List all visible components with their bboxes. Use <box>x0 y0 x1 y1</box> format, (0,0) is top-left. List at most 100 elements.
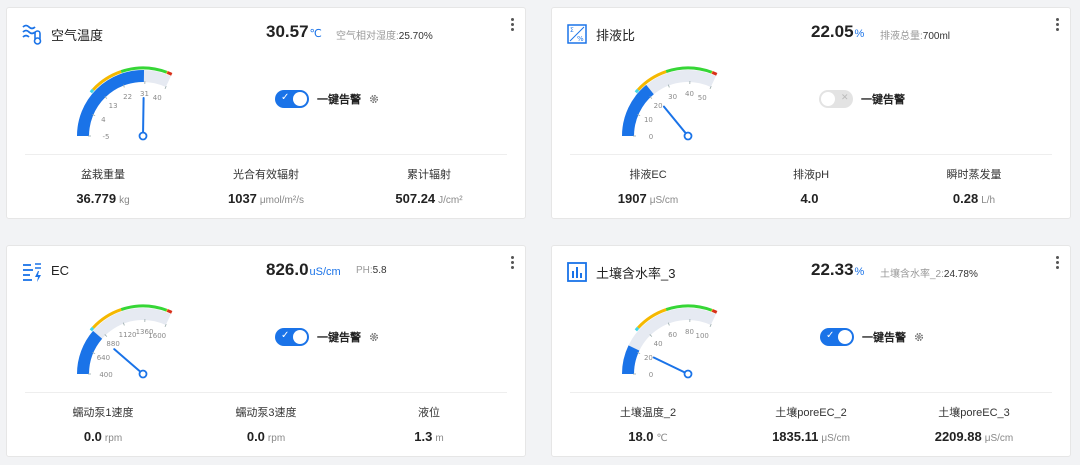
stat-value-row: 0.0 rpm <box>23 429 183 444</box>
secondary-value: 700 <box>922 31 940 42</box>
secondary-label: 土壤含水率_2: <box>880 269 944 280</box>
divider <box>25 154 507 155</box>
divider <box>570 154 1052 155</box>
more-menu-icon[interactable] <box>511 256 515 270</box>
gauge-tick-label: 20 <box>644 354 653 362</box>
temperature-waves-icon <box>22 24 42 45</box>
gauge-needle-pivot <box>138 131 148 141</box>
stat-label: 排液EC <box>629 169 667 181</box>
secondary-unit: ml <box>939 31 951 42</box>
divider <box>25 392 507 393</box>
stat-item: 土壤poreEC_2 1835.11 μS/cm <box>731 404 891 444</box>
main-reading: 22.05% <box>811 22 864 42</box>
gauge-tick-label: 880 <box>106 340 119 348</box>
gauge-tick-label: 100 <box>696 332 709 340</box>
gauge-zone-high <box>166 71 173 76</box>
more-menu-icon[interactable] <box>1056 256 1060 270</box>
stat-item: 液位 1.3 m <box>349 404 509 444</box>
secondary-label: PH: <box>356 265 373 276</box>
alarm-control: ✓ 一键告警 <box>275 328 379 346</box>
divider <box>570 392 1052 393</box>
gauge: 0 1020 30 40 50 <box>622 66 718 141</box>
stat-value-row: 1.3 m <box>349 429 509 444</box>
secondary-reading: 土壤含水率_2:24.78% <box>880 265 978 280</box>
alarm-control: ✓ 一键告警 <box>275 90 379 108</box>
gauge-tick-label: 0 <box>649 371 653 379</box>
secondary-value: 25.70 <box>398 31 424 42</box>
stat-value-row: 18.0 ℃ <box>568 429 728 444</box>
stat-label: 土壤poreEC_2 <box>775 407 847 419</box>
gauge-tick-label: 31 <box>140 90 149 98</box>
gauge-tick-label: 20 <box>654 102 663 110</box>
stat-value-row: 0.0 rpm <box>186 429 346 444</box>
soil-moisture-card: 土壤含水率_3 22.33% 土壤含水率_2:24.78% 0 20 40 60 80 1… <box>551 245 1071 457</box>
main-unit: % <box>854 266 865 278</box>
alarm-toggle[interactable]: ✓ <box>820 328 854 346</box>
gauge: 4006408801120 13601600 <box>77 304 173 379</box>
stat-label: 蠕动泵1速度 <box>72 407 134 419</box>
main-reading: 826.0uS/cm <box>266 260 341 280</box>
stat-unit: μS/cm <box>821 433 850 444</box>
stat-value: 1.3 <box>414 429 433 444</box>
main-value: 22.33 <box>811 260 854 279</box>
gauge-tick-label: 50 <box>698 94 707 102</box>
gauge: -5 413 22 31 40 <box>77 66 173 141</box>
ratio-percent-icon: Σ % <box>567 24 587 44</box>
gauge-tick-label: 10 <box>644 116 653 124</box>
stat-value-row: 36.779 kg <box>23 191 183 206</box>
stat-label: 光合有效辐射 <box>233 169 299 181</box>
more-menu-icon[interactable] <box>511 18 515 32</box>
stat-unit: ℃ <box>656 433 668 444</box>
gauge-zone-high <box>711 71 718 76</box>
stat-item: 土壤poreEC_3 2209.88 μS/cm <box>894 404 1054 444</box>
card-title: 排液比 <box>596 28 636 43</box>
gear-icon[interactable] <box>369 94 379 104</box>
gauge-zone-low <box>634 326 640 332</box>
secondary-reading: 空气相对湿度:25.70% <box>336 27 433 42</box>
stat-unit: L/h <box>981 195 996 206</box>
stat-value: 0.0 <box>83 429 102 444</box>
alarm-control: ✕ 一键告警 <box>819 90 905 108</box>
gauge-tick-label: 0 <box>649 133 653 141</box>
stat-value-row: 4.0 <box>731 191 891 206</box>
stat-value: 1037 <box>227 191 257 206</box>
alarm-label: 一键告警 <box>317 94 361 106</box>
gauge-needle-pivot <box>138 369 148 379</box>
gear-icon[interactable] <box>369 332 379 342</box>
alarm-toggle[interactable]: ✕ <box>819 90 853 108</box>
stat-item: 排液EC 1907 μS/cm <box>568 166 728 206</box>
alarm-toggle[interactable]: ✓ <box>275 90 309 108</box>
main-unit: uS/cm <box>309 266 341 278</box>
stat-value: 1835.11 <box>772 429 819 444</box>
stat-label: 液位 <box>418 407 440 419</box>
stat-item: 瞬时蒸发量 0.28 L/h <box>894 166 1054 206</box>
secondary-value: 24.78 <box>943 269 969 280</box>
stat-item: 累计辐射 507.24 J/cm² <box>349 166 509 206</box>
more-menu-icon[interactable] <box>1056 18 1060 32</box>
stat-value-row: 1907 μS/cm <box>568 191 728 206</box>
gauge-tick-label: 30 <box>668 93 677 101</box>
stat-label: 瞬时蒸发量 <box>946 169 1002 181</box>
stat-label: 盆栽重量 <box>81 169 125 181</box>
stat-unit: μS/cm <box>984 433 1014 444</box>
secondary-label: 空气相对湿度: <box>336 31 399 42</box>
gauge-needle <box>652 356 689 375</box>
gauge-tick-label: -5 <box>103 133 110 141</box>
main-unit: ℃ <box>309 28 322 40</box>
gauge-tick-label: 400 <box>99 371 112 379</box>
main-value: 826.0 <box>266 260 309 279</box>
secondary-reading: 排液总量:700ml <box>880 27 950 42</box>
alarm-toggle[interactable]: ✓ <box>275 328 309 346</box>
stat-unit: J/cm² <box>438 195 463 206</box>
stat-label: 土壤poreEC_3 <box>938 407 1010 419</box>
gear-icon[interactable] <box>914 332 924 342</box>
stat-label: 排液pH <box>792 169 830 181</box>
stat-unit: μS/cm <box>649 195 679 206</box>
stat-item: 蠕动泵1速度 0.0 rpm <box>23 404 183 444</box>
gauge-tick-label: 640 <box>97 354 110 362</box>
svg-text:%: % <box>577 35 584 43</box>
stat-item: 蠕动泵3速度 0.0 rpm <box>186 404 346 444</box>
gauge-needle <box>662 105 689 137</box>
stat-unit: m <box>435 433 444 444</box>
stat-value: 0.28 <box>952 191 979 206</box>
